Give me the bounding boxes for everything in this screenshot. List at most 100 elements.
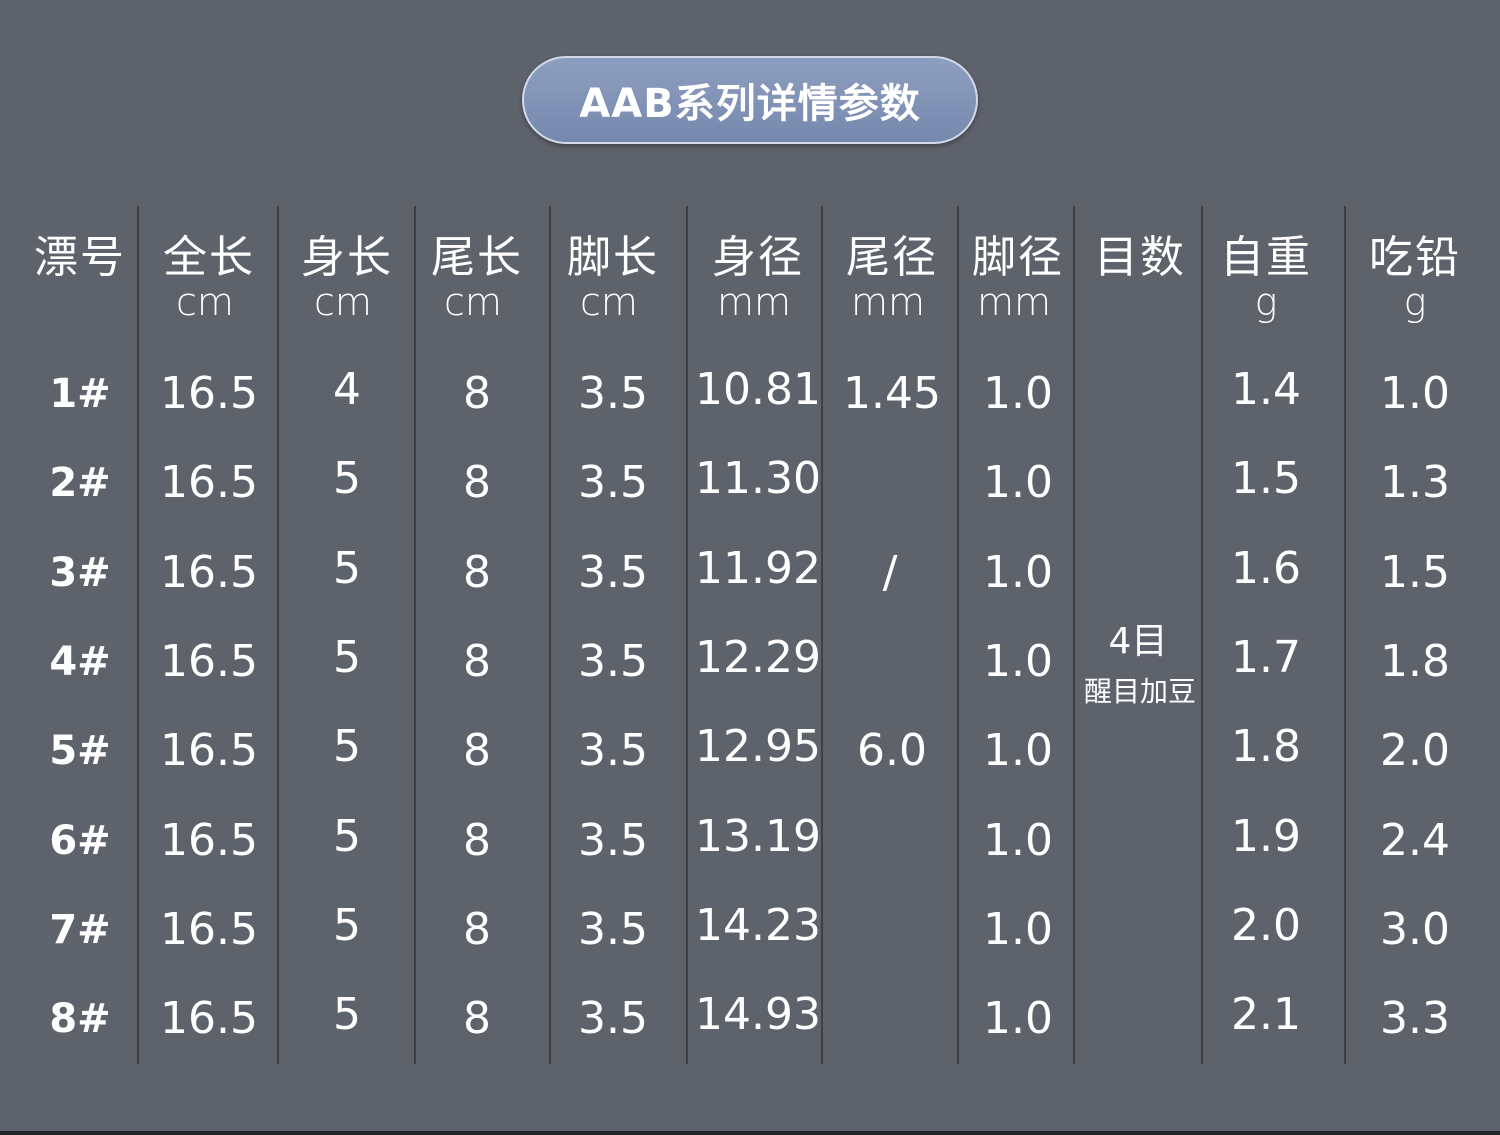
column-unit-body_d: mm <box>716 280 792 324</box>
row-label: 8# <box>49 996 111 1043</box>
title-badge: AAB系列详情参数 <box>522 56 978 144</box>
column-unit-total: cm <box>176 280 234 324</box>
tail-diameter-last: 6.0 <box>857 725 927 777</box>
table-cell-weight: 1.5 <box>1231 453 1301 505</box>
column-divider <box>549 206 551 1064</box>
table-cell-body_d: 14.93 <box>695 989 821 1041</box>
table-cell-body: 5 <box>333 810 361 862</box>
table-cell-body: 4 <box>333 364 361 415</box>
column-unit-weight: g <box>1254 280 1278 324</box>
table-cell-body_d: 12.29 <box>695 631 821 683</box>
row-label: 7# <box>49 906 111 953</box>
column-divider <box>137 206 139 1064</box>
table-cell-body_d: 13.19 <box>695 810 821 862</box>
table-cell-body: 5 <box>333 721 361 773</box>
mesh-count: 4目 <box>1108 621 1168 662</box>
table-cell-lead: 1.5 <box>1380 546 1450 598</box>
table-cell-total: 16.5 <box>160 635 258 687</box>
column-header-lead: 吃铅 <box>1369 232 1461 283</box>
column-header-size: 漂号 <box>34 232 126 283</box>
table-cell-lead: 1.0 <box>1380 368 1450 419</box>
column-divider <box>957 206 959 1064</box>
table-cell-total: 16.5 <box>160 368 258 419</box>
table-cell-weight: 1.4 <box>1231 364 1301 415</box>
table-cell-foot_d: 1.0 <box>983 635 1053 687</box>
table-cell-tail: 8 <box>463 546 491 598</box>
table-cell-foot: 3.5 <box>578 725 648 777</box>
table-cell-total: 16.5 <box>160 725 258 777</box>
tail-diameter-middle: / <box>882 546 898 598</box>
column-header-body: 身长 <box>301 232 393 283</box>
table-cell-weight: 2.1 <box>1231 989 1301 1041</box>
table-cell-total: 16.5 <box>160 903 258 955</box>
column-header-weight: 自重 <box>1220 232 1312 283</box>
table-cell-tail: 8 <box>463 814 491 866</box>
table-cell-total: 16.5 <box>160 457 258 509</box>
row-label: 3# <box>49 549 111 596</box>
table-cell-foot_d: 1.0 <box>983 368 1053 419</box>
column-unit-foot_d: mm <box>976 280 1052 324</box>
mesh-note: 醒目加豆 <box>1083 675 1197 708</box>
table-cell-lead: 2.0 <box>1380 725 1450 777</box>
column-unit-body: cm <box>314 280 372 324</box>
table-cell-foot_d: 1.0 <box>983 546 1053 598</box>
table-cell-weight: 1.6 <box>1231 542 1301 594</box>
table-cell-weight: 1.8 <box>1231 721 1301 773</box>
table-cell-foot_d: 1.0 <box>983 814 1053 866</box>
column-divider <box>414 206 416 1064</box>
table-cell-foot_d: 1.0 <box>983 993 1053 1045</box>
table-cell-body: 5 <box>333 989 361 1041</box>
column-header-tail: 尾长 <box>431 232 523 283</box>
row-label: 2# <box>49 460 111 507</box>
table-cell-tail: 8 <box>463 903 491 955</box>
column-unit-tail_d: mm <box>850 280 926 324</box>
column-divider <box>686 206 688 1064</box>
column-unit-lead: g <box>1403 280 1427 324</box>
table-cell-foot: 3.5 <box>578 546 648 598</box>
table-cell-foot: 3.5 <box>578 635 648 687</box>
column-header-tail_d: 尾径 <box>846 232 938 283</box>
table-cell-body_d: 14.23 <box>695 899 821 951</box>
table-cell-body: 5 <box>333 542 361 594</box>
column-header-foot: 脚长 <box>567 232 659 283</box>
column-divider <box>821 206 823 1064</box>
table-cell-body: 5 <box>333 631 361 683</box>
table-cell-lead: 1.8 <box>1380 635 1450 687</box>
table-cell-lead: 1.3 <box>1380 457 1450 509</box>
table-cell-body_d: 10.81 <box>695 364 821 415</box>
table-cell-total: 16.5 <box>160 993 258 1045</box>
column-divider <box>1201 206 1203 1064</box>
table-cell-body: 5 <box>333 899 361 951</box>
column-divider <box>277 206 279 1064</box>
table-cell-tail: 8 <box>463 725 491 777</box>
column-divider <box>1344 206 1346 1064</box>
table-cell-body_d: 11.30 <box>695 453 821 505</box>
table-cell-body_d: 12.95 <box>695 721 821 773</box>
row-label: 4# <box>49 638 111 685</box>
table-cell-tail: 8 <box>463 368 491 419</box>
table-cell-foot: 3.5 <box>578 457 648 509</box>
column-header-body_d: 身径 <box>712 232 804 283</box>
table-cell-tail: 8 <box>463 635 491 687</box>
table-cell-lead: 2.4 <box>1380 814 1450 866</box>
table-cell-body_d: 11.92 <box>695 542 821 594</box>
table-cell-lead: 3.3 <box>1380 993 1450 1045</box>
table-cell-lead: 3.0 <box>1380 903 1450 955</box>
row-label: 1# <box>49 371 111 417</box>
column-unit-tail: cm <box>444 280 502 324</box>
column-header-foot_d: 脚径 <box>972 232 1064 283</box>
column-divider <box>1073 206 1075 1064</box>
table-cell-body: 5 <box>333 453 361 505</box>
table-cell-foot: 3.5 <box>578 814 648 866</box>
row-label: 6# <box>49 817 111 864</box>
bottom-border <box>0 1131 1500 1135</box>
table-cell-foot_d: 1.0 <box>983 903 1053 955</box>
page-title: AAB系列详情参数 <box>579 81 921 127</box>
table-cell-foot: 3.5 <box>578 903 648 955</box>
row-label: 5# <box>49 728 111 775</box>
table-cell-total: 16.5 <box>160 814 258 866</box>
table-cell-foot: 3.5 <box>578 368 648 419</box>
table-cell-total: 16.5 <box>160 546 258 598</box>
column-unit-foot: cm <box>580 280 638 324</box>
column-header-total: 全长 <box>163 232 255 283</box>
